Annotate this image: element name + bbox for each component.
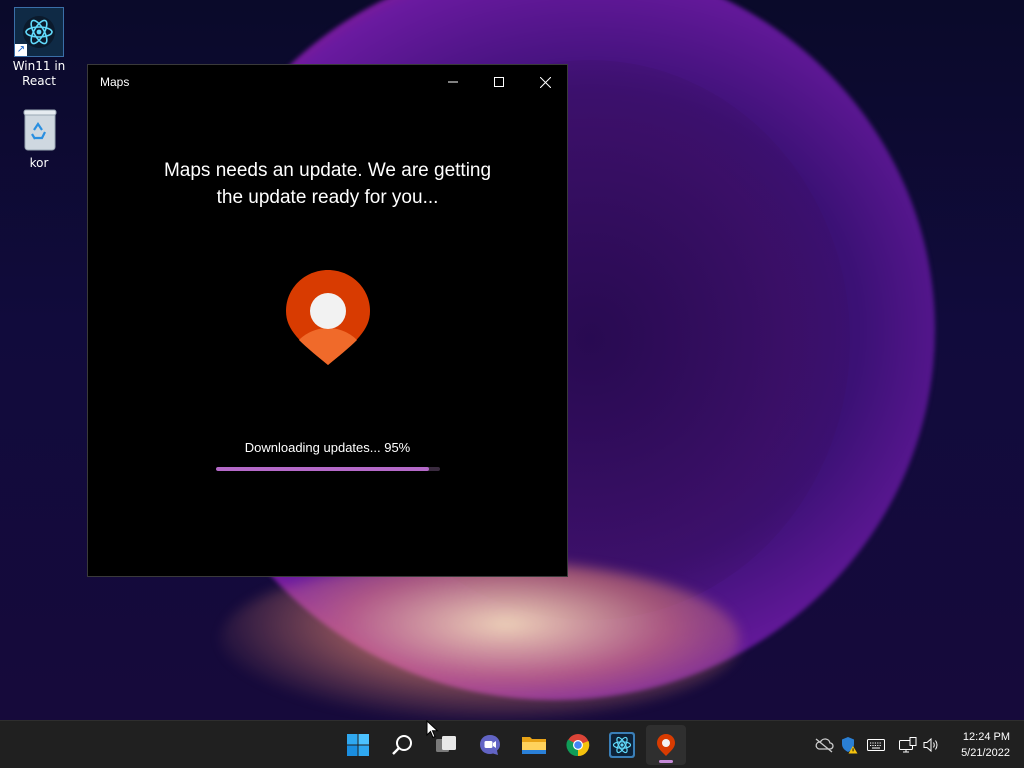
maps-taskbar-button[interactable] <box>646 725 686 765</box>
volume-icon <box>923 737 938 753</box>
update-message: Maps needs an update. We are getting the… <box>88 157 567 211</box>
close-icon <box>539 76 551 88</box>
network-icon <box>899 737 917 753</box>
desktop-icon-label: Win11 in React <box>12 59 66 88</box>
clock-time: 12:24 PM <box>962 731 1010 743</box>
taskbar: 12:24 PM 5/21/2022 <box>0 720 1024 768</box>
minimize-button[interactable] <box>430 65 476 99</box>
react-app-button[interactable] <box>602 725 642 765</box>
defender-icon <box>842 737 858 754</box>
onedrive-icon <box>815 738 834 753</box>
mouse-cursor-icon <box>426 720 439 739</box>
search-icon <box>392 735 412 755</box>
keyboard-tray-button[interactable] <box>865 734 887 756</box>
react-icon: ↗ <box>14 7 64 57</box>
start-icon <box>347 734 369 756</box>
progress-label: Downloading updates... 95% <box>244 440 411 455</box>
file-explorer-button[interactable] <box>514 725 554 765</box>
chrome-icon <box>566 734 590 757</box>
maps-logo-icon <box>286 270 370 365</box>
window-title: Maps <box>100 75 130 89</box>
maps-icon <box>657 734 675 756</box>
minimize-icon <box>448 81 458 83</box>
onedrive-tray-button[interactable] <box>813 734 835 756</box>
search-button[interactable] <box>382 725 422 765</box>
maximize-button[interactable] <box>476 65 522 99</box>
progress-bar-fill <box>216 467 429 471</box>
desktop-icon-win11-in-react[interactable]: ↗ Win11 in React <box>7 7 71 89</box>
react-app-icon <box>609 732 635 758</box>
desktop-icon-label: kor <box>29 156 49 170</box>
clock[interactable]: 12:24 PM 5/21/2022 <box>961 729 1010 761</box>
close-button[interactable] <box>522 65 568 99</box>
keyboard-icon <box>867 739 885 751</box>
update-message-line-2: the update ready for you... <box>216 187 439 208</box>
title-bar[interactable]: Maps <box>88 65 567 99</box>
network-tray-button[interactable] <box>897 734 919 756</box>
defender-tray-button[interactable] <box>838 734 860 756</box>
update-message-line-1: Maps needs an update. We are getting <box>163 160 492 181</box>
file-explorer-icon <box>522 737 546 754</box>
start-button[interactable] <box>338 725 378 765</box>
maximize-icon <box>494 77 504 87</box>
shortcut-arrow-icon: ↗ <box>15 44 27 56</box>
maps-window[interactable]: Maps Maps needs an update. We are gettin… <box>87 64 568 577</box>
active-app-indicator <box>659 760 673 763</box>
volume-tray-button[interactable] <box>921 734 943 756</box>
desktop-icon-recycle-bin[interactable]: kor <box>7 106 71 171</box>
teams-icon <box>480 735 500 755</box>
recycle-bin-icon <box>15 106 63 154</box>
teams-chat-button[interactable] <box>470 725 510 765</box>
chrome-button[interactable] <box>558 725 598 765</box>
wallpaper-bloom-highlight <box>220 560 740 720</box>
clock-date: 5/21/2022 <box>961 747 1010 759</box>
progress-bar <box>216 467 440 471</box>
